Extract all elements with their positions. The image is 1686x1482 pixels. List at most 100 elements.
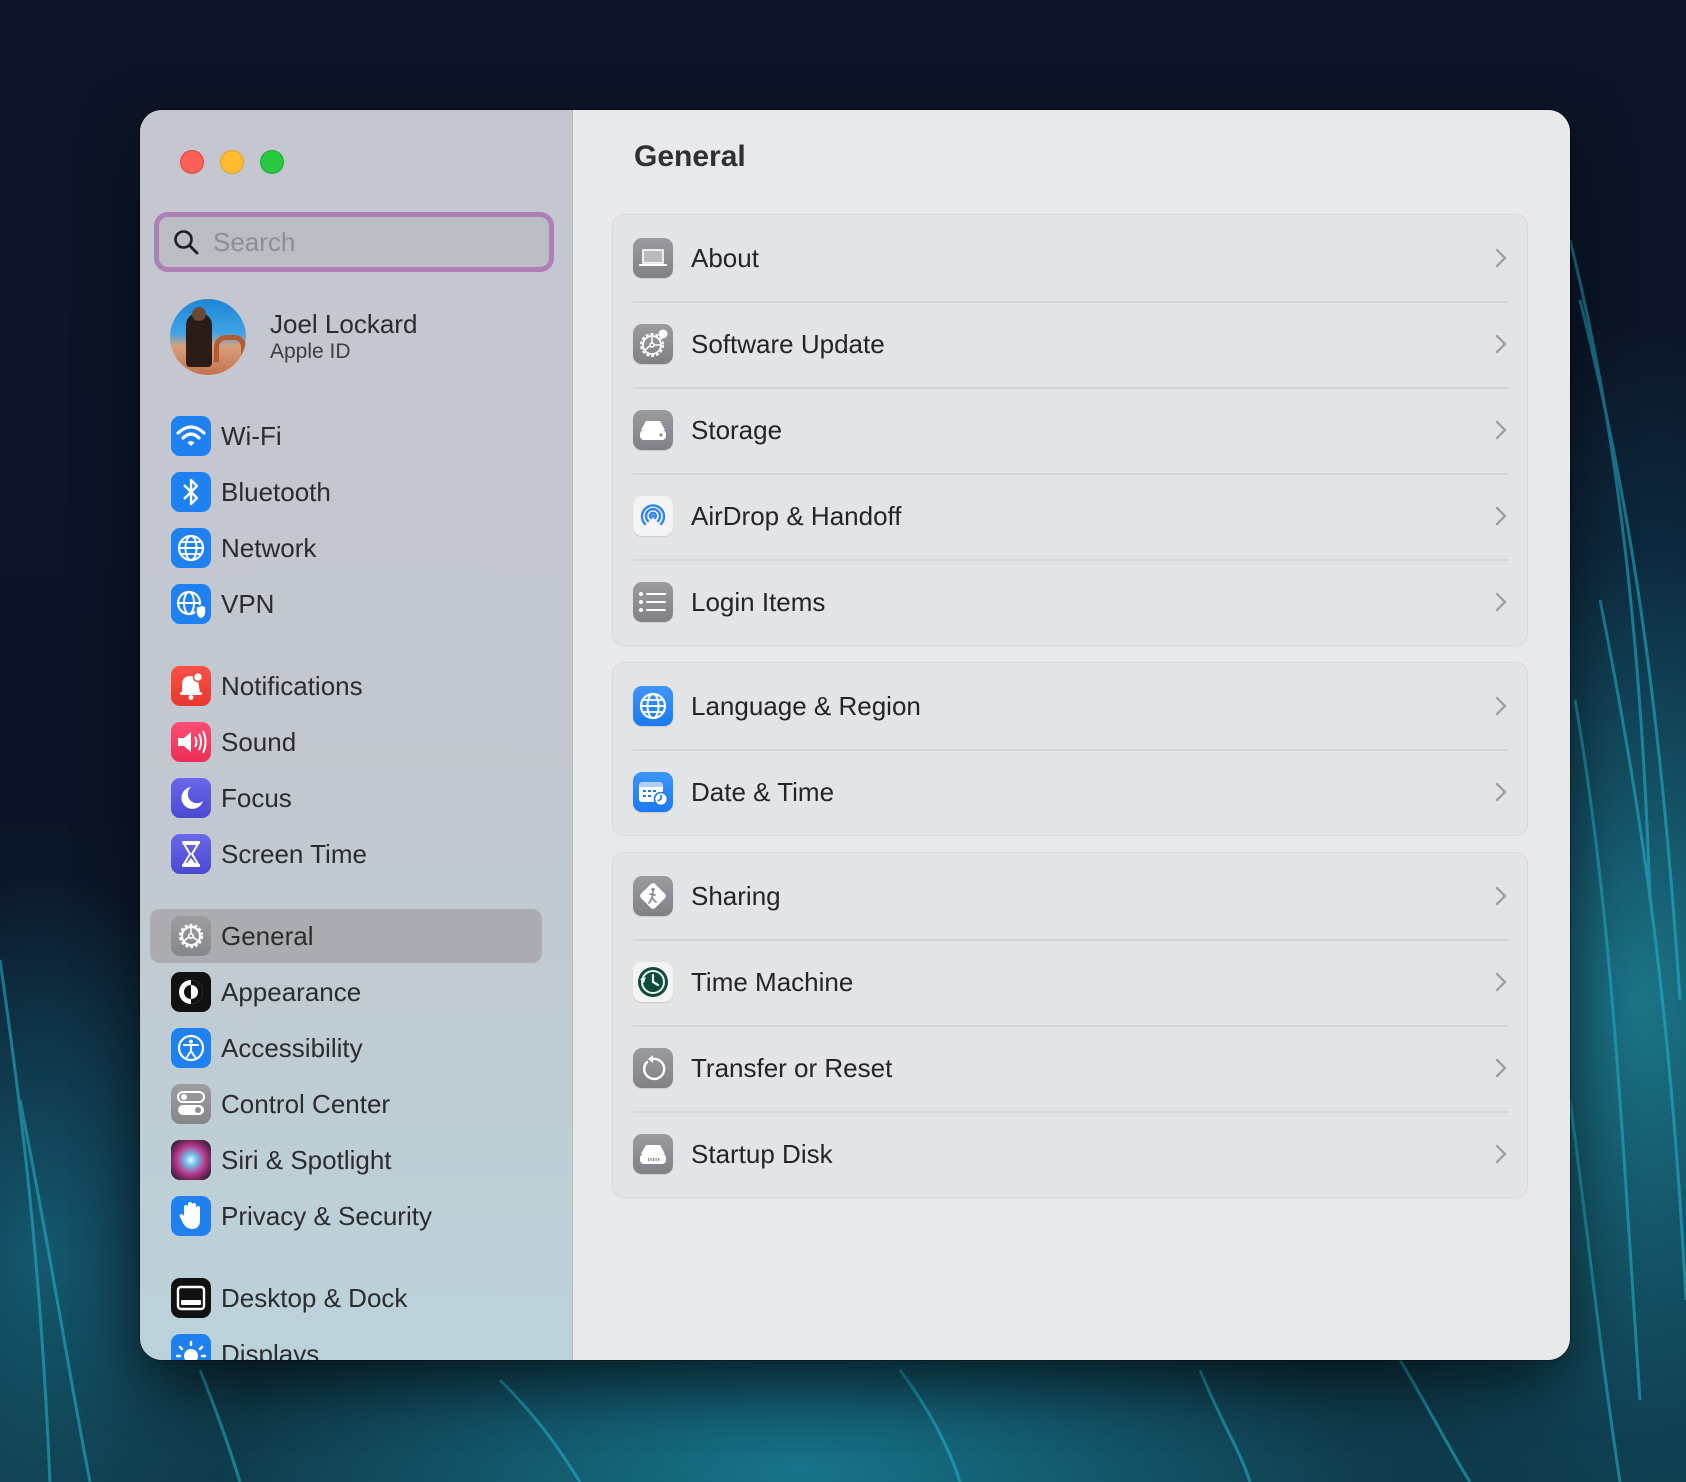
sidebar-item-accessibility[interactable]: Accessibility — [150, 1021, 542, 1075]
sidebar-item-appearance[interactable]: Appearance — [150, 965, 542, 1019]
calendar-clock-icon — [633, 772, 673, 812]
sidebar-item-focus[interactable]: Focus — [150, 771, 542, 825]
sidebar-item-displays[interactable]: Displays — [150, 1327, 542, 1360]
sun-icon — [171, 1334, 211, 1360]
sidebar-item-label: Siri & Spotlight — [221, 1144, 392, 1175]
sidebar-item-label: Wi-Fi — [221, 420, 282, 451]
sidebar-item-network[interactable]: Network — [150, 521, 542, 575]
close-button[interactable] — [180, 150, 204, 174]
dock-icon — [171, 1278, 211, 1318]
row-language-region[interactable]: Language & Region — [613, 663, 1527, 749]
sidebar-item-label: Bluetooth — [221, 476, 331, 507]
bell-icon — [171, 666, 211, 706]
profile-subtitle: Apple ID — [270, 340, 351, 363]
row-login-items[interactable]: Login Items — [613, 559, 1527, 645]
globe-icon — [171, 528, 211, 568]
sidebar-item-siri-spotlight[interactable]: Siri & Spotlight — [150, 1133, 542, 1187]
system-settings-window: Joel Lockard Apple ID Wi-Fi Bluetooth — [140, 110, 1570, 1360]
sidebar-item-desktop-dock[interactable]: Desktop & Dock — [150, 1271, 542, 1325]
sidebar: Joel Lockard Apple ID Wi-Fi Bluetooth — [140, 110, 573, 1360]
gear-badge-icon — [633, 324, 673, 364]
settings-group-system: About Software Update Storage AirDrop & … — [612, 214, 1528, 646]
globe-icon — [633, 686, 673, 726]
page-title: General — [634, 140, 746, 173]
sidebar-item-wifi[interactable]: Wi-Fi — [150, 409, 542, 463]
airdrop-icon — [633, 496, 673, 536]
siri-icon — [171, 1140, 211, 1180]
row-label: Login Items — [691, 586, 826, 617]
row-sharing[interactable]: Sharing — [613, 853, 1527, 939]
chevron-right-icon — [1495, 1144, 1507, 1164]
search-field[interactable] — [154, 212, 554, 272]
chevron-right-icon — [1495, 886, 1507, 906]
row-storage[interactable]: Storage — [613, 387, 1527, 473]
wifi-icon — [171, 416, 211, 456]
sidebar-item-sound[interactable]: Sound — [150, 715, 542, 769]
chevron-right-icon — [1495, 506, 1507, 526]
sidebar-item-notifications[interactable]: Notifications — [150, 659, 542, 713]
moon-icon — [171, 778, 211, 818]
sharing-sign-icon — [633, 876, 673, 916]
sidebar-item-label: Sound — [221, 726, 297, 757]
row-airdrop-handoff[interactable]: AirDrop & Handoff — [613, 473, 1527, 559]
row-about[interactable]: About — [613, 215, 1527, 301]
sidebar-item-vpn[interactable]: VPN — [150, 577, 542, 631]
row-software-update[interactable]: Software Update — [613, 301, 1527, 387]
row-label: Time Machine — [691, 966, 854, 997]
sidebar-item-label: Privacy & Security — [221, 1200, 432, 1231]
gear-icon — [171, 916, 211, 956]
search-icon — [174, 230, 199, 255]
sidebar-item-label: General — [221, 920, 314, 951]
row-startup-disk[interactable]: Startup Disk — [613, 1111, 1527, 1197]
speaker-icon — [171, 722, 211, 762]
chevron-right-icon — [1495, 592, 1507, 612]
chevron-right-icon — [1495, 334, 1507, 354]
sidebar-item-label: Appearance — [221, 976, 362, 1007]
accessibility-icon — [171, 1028, 211, 1068]
sidebar-item-privacy-security[interactable]: Privacy & Security — [150, 1189, 542, 1243]
sidebar-item-label: Control Center — [221, 1088, 391, 1119]
avatar — [170, 299, 246, 375]
startup-disk-icon — [633, 1134, 673, 1174]
row-label: Software Update — [691, 328, 885, 359]
appearance-icon — [171, 972, 211, 1012]
main-pane: General About Software Update Storage Ai… — [573, 110, 1570, 1360]
sidebar-item-label: Displays — [221, 1338, 320, 1361]
row-label: Storage — [691, 414, 783, 445]
drive-icon — [633, 410, 673, 450]
chevron-right-icon — [1495, 1058, 1507, 1078]
time-machine-icon — [633, 962, 673, 1002]
chevron-right-icon — [1495, 420, 1507, 440]
row-label: Startup Disk — [691, 1138, 833, 1169]
profile-name: Joel Lockard — [270, 309, 418, 339]
row-date-time[interactable]: Date & Time — [613, 749, 1527, 835]
sidebar-item-screen-time[interactable]: Screen Time — [150, 827, 542, 881]
row-label: Date & Time — [691, 776, 835, 807]
chevron-right-icon — [1495, 248, 1507, 268]
sidebar-item-control-center[interactable]: Control Center — [150, 1077, 542, 1131]
sidebar-item-general[interactable]: General — [150, 909, 542, 963]
laptop-icon — [633, 238, 673, 278]
zoom-button[interactable] — [260, 150, 284, 174]
row-label: AirDrop & Handoff — [691, 500, 902, 531]
sidebar-item-label: Focus — [221, 782, 292, 813]
reset-arrow-icon — [633, 1048, 673, 1088]
row-label: Language & Region — [691, 690, 921, 721]
settings-group-maintenance: Sharing Time Machine Transfer or Reset S… — [612, 852, 1528, 1198]
sidebar-item-bluetooth[interactable]: Bluetooth — [150, 465, 542, 519]
apple-id-profile[interactable]: Joel Lockard Apple ID — [170, 297, 550, 377]
row-label: About — [691, 242, 759, 273]
row-label: Transfer or Reset — [691, 1052, 893, 1083]
row-transfer-reset[interactable]: Transfer or Reset — [613, 1025, 1527, 1111]
chevron-right-icon — [1495, 782, 1507, 802]
hand-icon — [171, 1196, 211, 1236]
chevron-right-icon — [1495, 972, 1507, 992]
minimize-button[interactable] — [220, 150, 244, 174]
settings-group-locale: Language & Region Date & Time — [612, 662, 1528, 836]
sidebar-item-label: Notifications — [221, 670, 363, 701]
sidebar-item-label: Network — [221, 532, 317, 563]
sidebar-item-label: Screen Time — [221, 838, 367, 869]
row-time-machine[interactable]: Time Machine — [613, 939, 1527, 1025]
search-input[interactable] — [211, 225, 535, 259]
sidebar-item-label: Accessibility — [221, 1032, 363, 1063]
